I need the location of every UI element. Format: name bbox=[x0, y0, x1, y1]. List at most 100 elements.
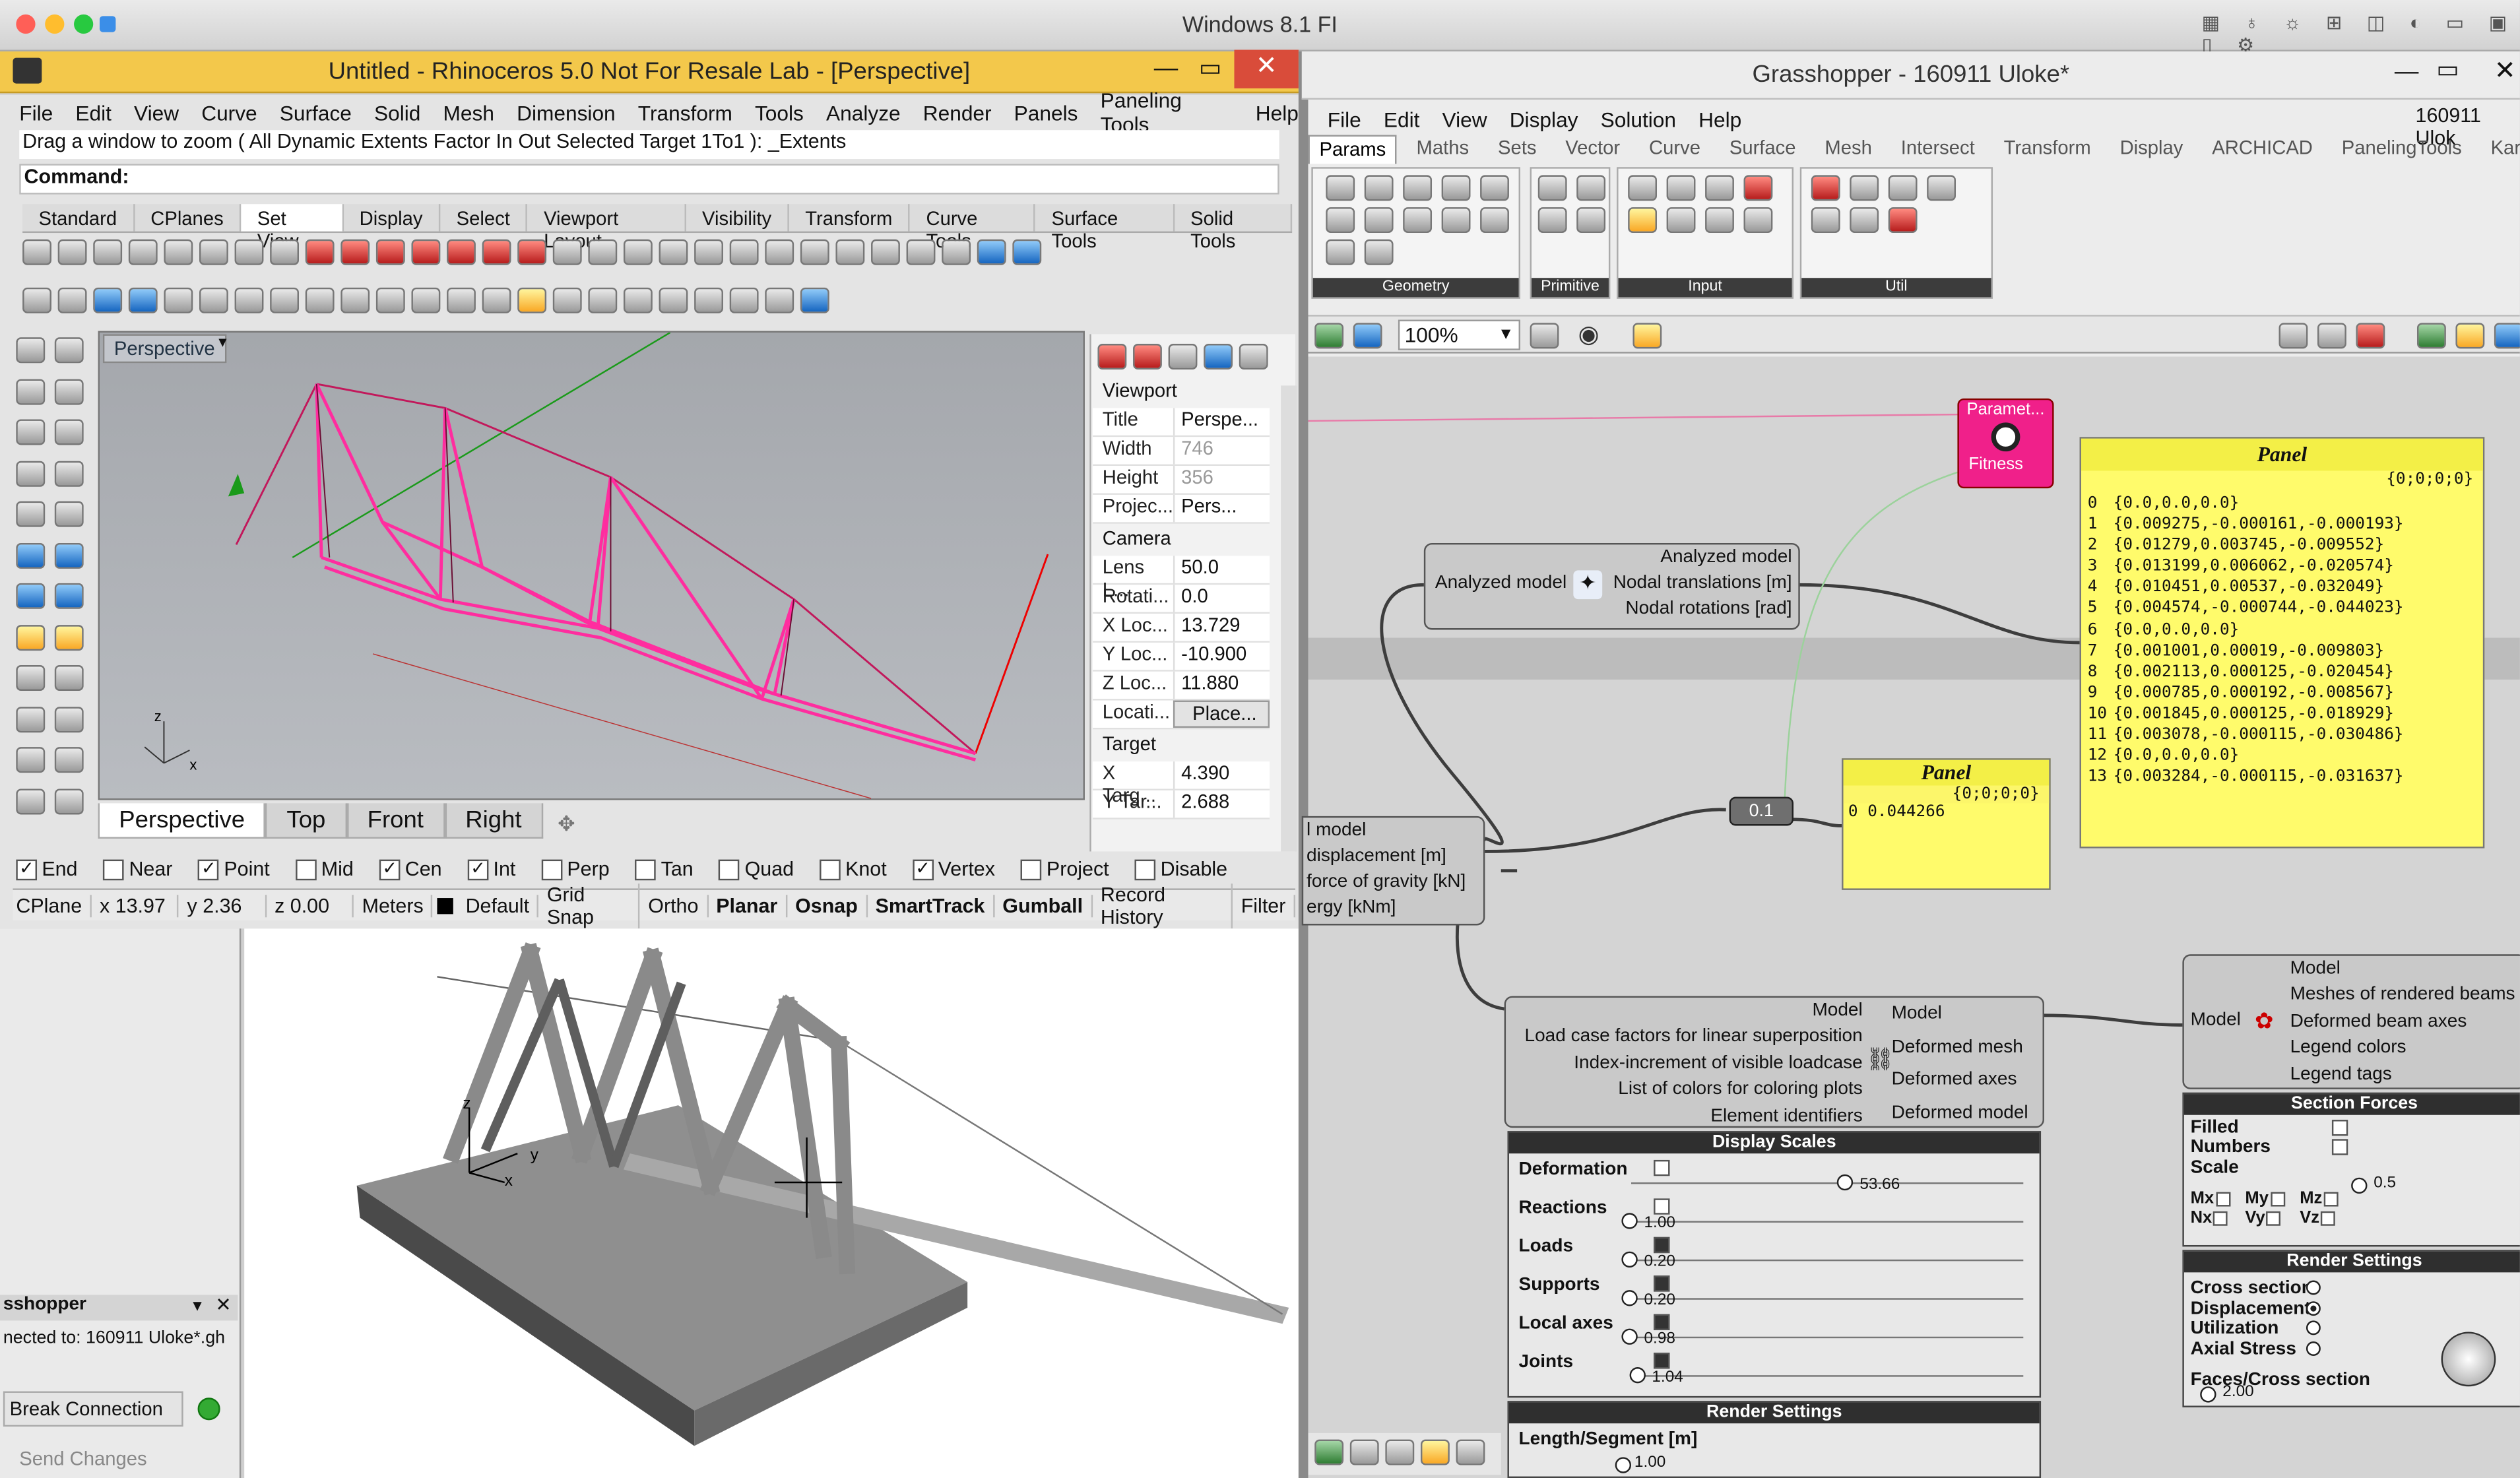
chevron-down-icon[interactable]: ▾ bbox=[193, 1295, 201, 1316]
transform-icon[interactable] bbox=[16, 624, 46, 650]
menu-item[interactable]: Solution bbox=[1601, 107, 1676, 131]
toolbar-tab[interactable]: Display bbox=[343, 204, 441, 232]
analyze-component[interactable]: Analyzed model ✦ Analyzed model Nodal tra… bbox=[1423, 542, 1800, 630]
scale-slider-knob[interactable] bbox=[1629, 1367, 1646, 1384]
scale-slider-knob[interactable] bbox=[1621, 1251, 1638, 1268]
scale-slider-knob[interactable] bbox=[1621, 1213, 1638, 1229]
view-icon[interactable] bbox=[411, 239, 441, 265]
rectangle-icon[interactable] bbox=[54, 460, 84, 486]
send-changes-button[interactable]: Send Changes bbox=[3, 1442, 183, 1478]
scale-slider-knob[interactable] bbox=[1837, 1174, 1854, 1191]
scale-slider-track[interactable] bbox=[1631, 1221, 2024, 1223]
mesh-icon[interactable] bbox=[54, 583, 84, 609]
preview-mode-icon[interactable] bbox=[2317, 323, 2346, 349]
param-icon[interactable] bbox=[1480, 207, 1509, 234]
param-icon[interactable] bbox=[1537, 207, 1567, 234]
toolbar-tab[interactable]: Viewport Layout bbox=[528, 204, 686, 252]
arrow-icon[interactable] bbox=[659, 287, 688, 313]
prop-xloc-value[interactable]: 13.729 bbox=[1173, 614, 1270, 641]
view-icon[interactable] bbox=[375, 239, 405, 265]
trim-icon[interactable] bbox=[54, 747, 84, 773]
arrow-icon[interactable] bbox=[694, 287, 723, 313]
menu-item[interactable]: Paneling Tools bbox=[1101, 88, 1233, 137]
menu-item[interactable]: Curve bbox=[201, 100, 257, 125]
scale-checkbox[interactable] bbox=[1654, 1353, 1670, 1369]
status-item[interactable]: Gumball bbox=[994, 893, 1093, 917]
faces-slider-knob[interactable] bbox=[2200, 1386, 2216, 1403]
param-icon[interactable] bbox=[1628, 207, 1658, 234]
radio-button[interactable] bbox=[2306, 1341, 2321, 1356]
osnap-option[interactable]: Quad bbox=[719, 858, 794, 881]
close-icon[interactable]: ✕ bbox=[1234, 49, 1299, 88]
arrow-icon[interactable] bbox=[588, 287, 618, 313]
menu-item[interactable]: Transform bbox=[638, 100, 732, 125]
arrow-icon[interactable] bbox=[623, 287, 653, 313]
polyline-icon[interactable] bbox=[54, 378, 84, 404]
preview-mode-icon[interactable] bbox=[2356, 323, 2385, 349]
curve-icon[interactable] bbox=[54, 501, 84, 527]
number-node[interactable]: 0.1 bbox=[1729, 796, 1794, 826]
param-icon[interactable] bbox=[1576, 207, 1606, 234]
named-view-icon[interactable] bbox=[623, 239, 653, 265]
layout-icon[interactable] bbox=[552, 287, 582, 313]
param-icon[interactable] bbox=[1888, 175, 1918, 201]
status-item[interactable]: Osnap bbox=[787, 893, 868, 917]
osnap-option[interactable]: ✓ Cen bbox=[379, 858, 442, 881]
perspective-viewport[interactable]: z x bbox=[98, 331, 1085, 800]
view-icon[interactable] bbox=[340, 239, 370, 265]
chevron-down-icon[interactable]: ▾ bbox=[218, 334, 226, 352]
menu-item[interactable]: Help bbox=[1698, 107, 1741, 131]
bottom-tool-icon[interactable] bbox=[1385, 1439, 1415, 1465]
menu-item[interactable]: Edit bbox=[1384, 107, 1420, 131]
osnap-checkbox[interactable] bbox=[635, 859, 657, 881]
gh-tab[interactable]: Intersect bbox=[1891, 135, 1984, 164]
zoom-selected-icon[interactable] bbox=[199, 239, 228, 265]
rendered-viewport[interactable]: z y x ⬉ bbox=[244, 928, 1407, 1478]
param-icon[interactable] bbox=[1364, 239, 1394, 265]
force-checkbox[interactable] bbox=[2270, 1191, 2285, 1206]
view-icon[interactable] bbox=[517, 239, 547, 265]
faces-dial[interactable] bbox=[2441, 1332, 2496, 1387]
force-checkbox[interactable] bbox=[2323, 1191, 2339, 1206]
param-icon[interactable] bbox=[1537, 175, 1567, 201]
radio-button[interactable] bbox=[2306, 1280, 2321, 1295]
prop-lens-value[interactable]: 50.0 bbox=[1173, 556, 1270, 583]
bottom-tool-icon[interactable] bbox=[1349, 1439, 1379, 1465]
osnap-checkbox[interactable]: ✓ bbox=[16, 859, 38, 881]
output-param[interactable]: ergy [kNm] bbox=[1307, 898, 1483, 924]
rotate-icon[interactable] bbox=[57, 239, 87, 265]
param-icon[interactable] bbox=[1326, 175, 1355, 201]
menu-item[interactable]: Display bbox=[1510, 107, 1578, 131]
undo-view-icon[interactable] bbox=[375, 287, 405, 313]
osnap-checkbox[interactable]: ✓ bbox=[467, 859, 489, 881]
radio-button[interactable] bbox=[2306, 1301, 2321, 1316]
force-option[interactable]: Mx bbox=[2191, 1189, 2245, 1208]
osnap-checkbox[interactable]: ✓ bbox=[912, 859, 934, 881]
length-slider-knob[interactable] bbox=[1615, 1457, 1632, 1473]
param-icon[interactable] bbox=[1628, 175, 1658, 201]
toolbar-tab[interactable]: Transform bbox=[789, 204, 911, 232]
add-viewport-icon[interactable]: ✥ bbox=[558, 812, 575, 837]
force-checkbox[interactable] bbox=[2267, 1211, 2282, 1226]
force-option[interactable]: My bbox=[2245, 1189, 2300, 1208]
scale-slider-knob[interactable] bbox=[2351, 1177, 2368, 1194]
osnap-checkbox[interactable] bbox=[820, 859, 841, 881]
gh-tab[interactable]: Vector bbox=[1556, 135, 1630, 164]
model-view-component[interactable]: Model Load case factors for linear superp… bbox=[1504, 996, 2044, 1128]
param-icon[interactable] bbox=[1364, 175, 1394, 201]
osnap-checkbox[interactable] bbox=[103, 859, 125, 881]
arrow-icon[interactable] bbox=[729, 287, 759, 313]
viewport-tab[interactable]: Top bbox=[265, 803, 347, 839]
menu-item[interactable]: File bbox=[19, 100, 53, 125]
cplane-icon[interactable] bbox=[270, 287, 300, 313]
arrow-icon[interactable] bbox=[765, 287, 794, 313]
prop-title-value[interactable]: Perspe... bbox=[1173, 408, 1270, 435]
arc-icon[interactable] bbox=[16, 460, 46, 486]
render-option[interactable]: Displacement bbox=[2191, 1299, 2519, 1320]
preview-mode-icon[interactable] bbox=[2278, 323, 2308, 349]
osnap-checkbox[interactable]: ✓ bbox=[379, 859, 401, 881]
prop-xtarget-value[interactable]: 4.390 bbox=[1173, 761, 1270, 789]
cplane-icon[interactable] bbox=[340, 287, 370, 313]
sphere-icon[interactable] bbox=[694, 239, 723, 265]
param-icon[interactable] bbox=[1850, 207, 1879, 234]
